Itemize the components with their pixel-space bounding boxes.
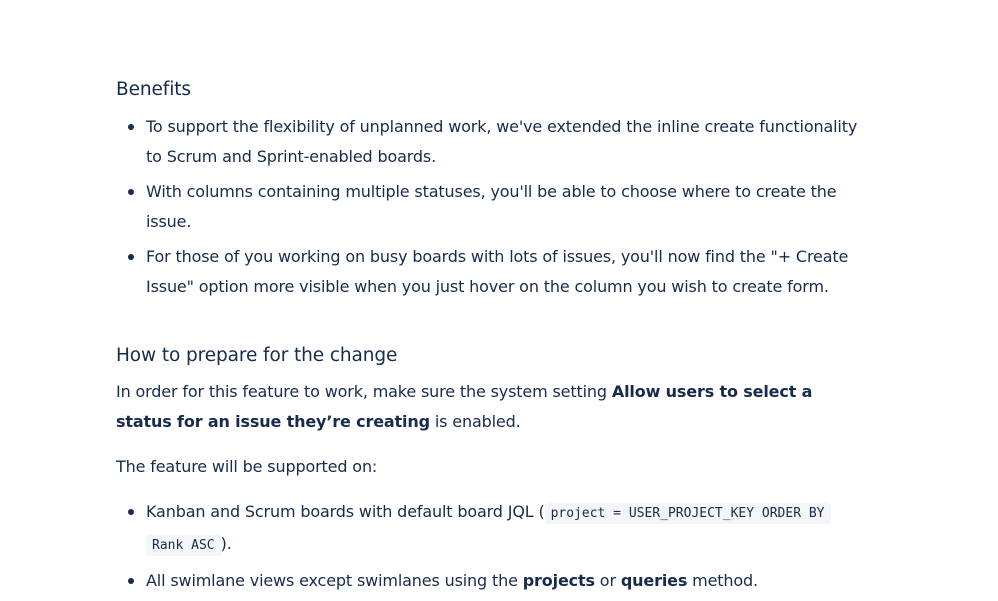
projects-method: projects <box>522 571 595 590</box>
supported-item-boards-suffix: ). <box>220 534 232 553</box>
benefit-item-inline-create: To support the flexibility of unplanned … <box>128 112 861 172</box>
queries-method: queries <box>620 571 688 590</box>
benefits-list: To support the flexibility of unplanned … <box>116 112 861 302</box>
supported-item-boards: Kanban and Scrum boards with default boa… <box>128 497 861 561</box>
prepare-intro: In order for this feature to work, make … <box>116 377 861 437</box>
supported-item-boards-text: Kanban and Scrum boards with default boa… <box>146 502 545 521</box>
supported-on-text: The feature will be supported on: <box>116 457 378 476</box>
supported-item-swimlanes: All swimlane views except swimlanes usin… <box>128 566 861 596</box>
supported-item-swimlanes-suffix: method. <box>687 571 758 590</box>
benefit-item-create-issue-visibility: For those of you working on busy boards … <box>128 242 861 302</box>
prepare-intro-suffix: is enabled. <box>429 412 521 431</box>
benefit-item-multiple-statuses: With columns containing multiple statuse… <box>128 177 861 237</box>
supported-item-swimlanes-or: or <box>594 571 621 590</box>
benefits-heading: Benefits <box>116 79 191 100</box>
prepare-heading: How to prepare for the change <box>116 345 398 366</box>
release-note-page: Benefits To support the flexibility of u… <box>0 0 998 590</box>
release-note-content: Benefits To support the flexibility of u… <box>116 77 861 601</box>
supported-item-swimlanes-text: All swimlane views except swimlanes usin… <box>146 571 523 590</box>
prepare-intro-text: In order for this feature to work, make … <box>116 382 612 401</box>
supported-list: Kanban and Scrum boards with default boa… <box>116 497 861 596</box>
